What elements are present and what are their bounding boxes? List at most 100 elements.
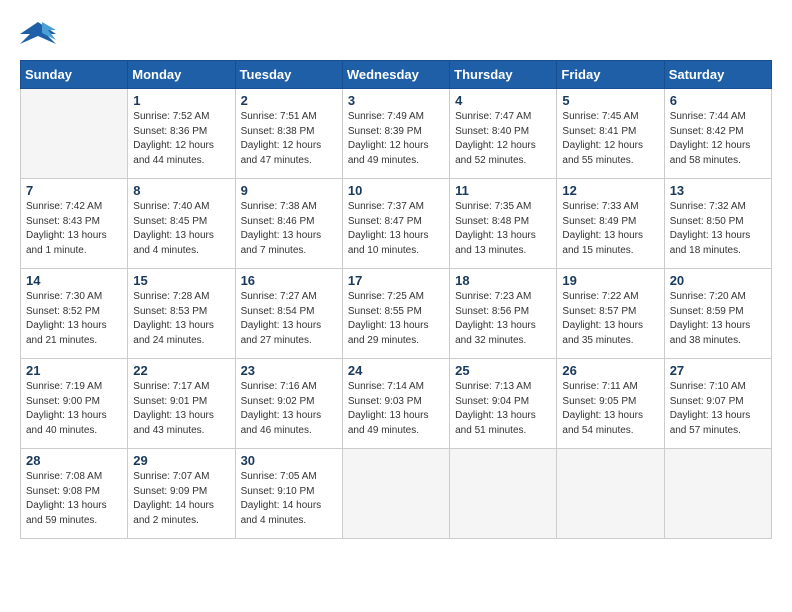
day-number: 19 (562, 273, 658, 288)
day-info: Sunrise: 7:13 AMSunset: 9:04 PMDaylight:… (455, 380, 551, 438)
day-cell: 10 Sunrise: 7:37 AMSunset: 8:47 PMDayligh… (342, 179, 449, 269)
day-info: Sunrise: 7:49 AMSunset: 8:39 PMDaylight:… (348, 110, 444, 168)
day-info: Sunrise: 7:33 AMSunset: 8:49 PMDaylight:… (562, 200, 658, 258)
day-cell: 20Sunrise: 7:20 AMSunset: 8:59 PMDayligh… (664, 269, 771, 359)
day-cell: 11 Sunrise: 7:35 AMSunset: 8:48 PMDayligh… (450, 179, 557, 269)
header-row: SundayMondayTuesdayWednesdayThursdayFrid… (21, 61, 772, 89)
day-number: 30 (241, 453, 337, 468)
day-cell: 9 Sunrise: 7:38 AMSunset: 8:46 PMDaylight… (235, 179, 342, 269)
day-info: Sunrise: 7:38 AMSunset: 8:46 PMDaylight:… (241, 200, 337, 258)
day-info: Sunrise: 7:47 AMSunset: 8:40 PMDaylight:… (455, 110, 551, 168)
logo-icon (20, 20, 56, 50)
day-cell: 5 Sunrise: 7:45 AMSunset: 8:41 PMDaylight… (557, 89, 664, 179)
day-number: 8 (133, 183, 229, 198)
day-cell: 23 Sunrise: 7:16 AMSunset: 9:02 PMDayligh… (235, 359, 342, 449)
week-row-2: 7Sunrise: 7:42 AMSunset: 8:43 PMDaylight… (21, 179, 772, 269)
day-cell: 4 Sunrise: 7:47 AMSunset: 8:40 PMDaylight… (450, 89, 557, 179)
day-number: 1 (133, 93, 229, 108)
day-number: 3 (348, 93, 444, 108)
day-cell: 16 Sunrise: 7:27 AMSunset: 8:54 PMDayligh… (235, 269, 342, 359)
day-number: 17 (348, 273, 444, 288)
day-cell: 1Sunrise: 7:52 AMSunset: 8:36 PMDaylight… (128, 89, 235, 179)
week-row-1: 1Sunrise: 7:52 AMSunset: 8:36 PMDaylight… (21, 89, 772, 179)
day-cell: 6Sunrise: 7:44 AMSunset: 8:42 PMDaylight… (664, 89, 771, 179)
day-number: 10 (348, 183, 444, 198)
day-cell: 8 Sunrise: 7:40 AMSunset: 8:45 PMDaylight… (128, 179, 235, 269)
column-header-monday: Monday (128, 61, 235, 89)
day-number: 25 (455, 363, 551, 378)
day-number: 5 (562, 93, 658, 108)
column-header-sunday: Sunday (21, 61, 128, 89)
day-number: 11 (455, 183, 551, 198)
day-info: Sunrise: 7:05 AMSunset: 9:10 PMDaylight:… (241, 470, 337, 528)
day-cell: 29 Sunrise: 7:07 AMSunset: 9:09 PMDayligh… (128, 449, 235, 539)
day-cell: 17 Sunrise: 7:25 AMSunset: 8:55 PMDayligh… (342, 269, 449, 359)
calendar-table: SundayMondayTuesdayWednesdayThursdayFrid… (20, 60, 772, 539)
day-info: Sunrise: 7:25 AMSunset: 8:55 PMDaylight:… (348, 290, 444, 348)
day-cell: 3 Sunrise: 7:49 AMSunset: 8:39 PMDaylight… (342, 89, 449, 179)
day-cell: 14 Sunrise: 7:30 AMSunset: 8:52 PMDayligh… (21, 269, 128, 359)
day-cell (21, 89, 128, 179)
day-info: Sunrise: 7:51 AMSunset: 8:38 PMDaylight:… (241, 110, 337, 168)
day-cell: 2 Sunrise: 7:51 AMSunset: 8:38 PMDaylight… (235, 89, 342, 179)
day-number: 24 (348, 363, 444, 378)
column-header-friday: Friday (557, 61, 664, 89)
day-info: Sunrise: 7:19 AMSunset: 9:00 PMDaylight:… (26, 380, 122, 438)
day-info: Sunrise: 7:17 AMSunset: 9:01 PMDaylight:… (133, 380, 229, 438)
day-number: 9 (241, 183, 337, 198)
day-info: Sunrise: 7:44 AMSunset: 8:42 PMDaylight:… (670, 110, 766, 168)
day-cell: 24 Sunrise: 7:14 AMSunset: 9:03 PMDayligh… (342, 359, 449, 449)
day-number: 13 (670, 183, 766, 198)
day-info: Sunrise: 7:11 AMSunset: 9:05 PMDaylight:… (562, 380, 658, 438)
day-info: Sunrise: 7:16 AMSunset: 9:02 PMDaylight:… (241, 380, 337, 438)
day-cell: 26Sunrise: 7:11 AMSunset: 9:05 PMDayligh… (557, 359, 664, 449)
day-info: Sunrise: 7:35 AMSunset: 8:48 PMDaylight:… (455, 200, 551, 258)
day-info: Sunrise: 7:23 AMSunset: 8:56 PMDaylight:… (455, 290, 551, 348)
day-cell: 22Sunrise: 7:17 AMSunset: 9:01 PMDayligh… (128, 359, 235, 449)
day-cell: 30 Sunrise: 7:05 AMSunset: 9:10 PMDayligh… (235, 449, 342, 539)
day-number: 15 (133, 273, 229, 288)
day-cell: 21Sunrise: 7:19 AMSunset: 9:00 PMDayligh… (21, 359, 128, 449)
day-number: 18 (455, 273, 551, 288)
day-info: Sunrise: 7:10 AMSunset: 9:07 PMDaylight:… (670, 380, 766, 438)
day-info: Sunrise: 7:32 AMSunset: 8:50 PMDaylight:… (670, 200, 766, 258)
page-header (20, 20, 772, 50)
day-info: Sunrise: 7:30 AMSunset: 8:52 PMDaylight:… (26, 290, 122, 348)
day-number: 16 (241, 273, 337, 288)
day-cell: 27 Sunrise: 7:10 AMSunset: 9:07 PMDayligh… (664, 359, 771, 449)
week-row-5: 28 Sunrise: 7:08 AMSunset: 9:08 PMDayligh… (21, 449, 772, 539)
column-header-thursday: Thursday (450, 61, 557, 89)
day-cell (557, 449, 664, 539)
day-info: Sunrise: 7:14 AMSunset: 9:03 PMDaylight:… (348, 380, 444, 438)
day-info: Sunrise: 7:08 AMSunset: 9:08 PMDaylight:… (26, 470, 122, 528)
day-number: 2 (241, 93, 337, 108)
day-number: 23 (241, 363, 337, 378)
day-info: Sunrise: 7:45 AMSunset: 8:41 PMDaylight:… (562, 110, 658, 168)
day-cell: 15 Sunrise: 7:28 AMSunset: 8:53 PMDayligh… (128, 269, 235, 359)
day-number: 4 (455, 93, 551, 108)
column-header-tuesday: Tuesday (235, 61, 342, 89)
day-info: Sunrise: 7:40 AMSunset: 8:45 PMDaylight:… (133, 200, 229, 258)
day-cell: 28 Sunrise: 7:08 AMSunset: 9:08 PMDayligh… (21, 449, 128, 539)
day-cell: 13 Sunrise: 7:32 AMSunset: 8:50 PMDayligh… (664, 179, 771, 269)
day-cell: 18 Sunrise: 7:23 AMSunset: 8:56 PMDayligh… (450, 269, 557, 359)
day-number: 14 (26, 273, 122, 288)
day-cell (664, 449, 771, 539)
day-number: 28 (26, 453, 122, 468)
day-info: Sunrise: 7:22 AMSunset: 8:57 PMDaylight:… (562, 290, 658, 348)
day-number: 12 (562, 183, 658, 198)
day-cell (342, 449, 449, 539)
day-cell: 12 Sunrise: 7:33 AMSunset: 8:49 PMDayligh… (557, 179, 664, 269)
day-info: Sunrise: 7:42 AMSunset: 8:43 PMDaylight:… (26, 200, 122, 258)
logo (20, 20, 60, 50)
day-cell: 7Sunrise: 7:42 AMSunset: 8:43 PMDaylight… (21, 179, 128, 269)
day-info: Sunrise: 7:20 AMSunset: 8:59 PMDaylight:… (670, 290, 766, 348)
day-cell (450, 449, 557, 539)
day-info: Sunrise: 7:28 AMSunset: 8:53 PMDaylight:… (133, 290, 229, 348)
day-info: Sunrise: 7:27 AMSunset: 8:54 PMDaylight:… (241, 290, 337, 348)
day-number: 29 (133, 453, 229, 468)
day-info: Sunrise: 7:07 AMSunset: 9:09 PMDaylight:… (133, 470, 229, 528)
day-info: Sunrise: 7:37 AMSunset: 8:47 PMDaylight:… (348, 200, 444, 258)
column-header-wednesday: Wednesday (342, 61, 449, 89)
day-number: 27 (670, 363, 766, 378)
